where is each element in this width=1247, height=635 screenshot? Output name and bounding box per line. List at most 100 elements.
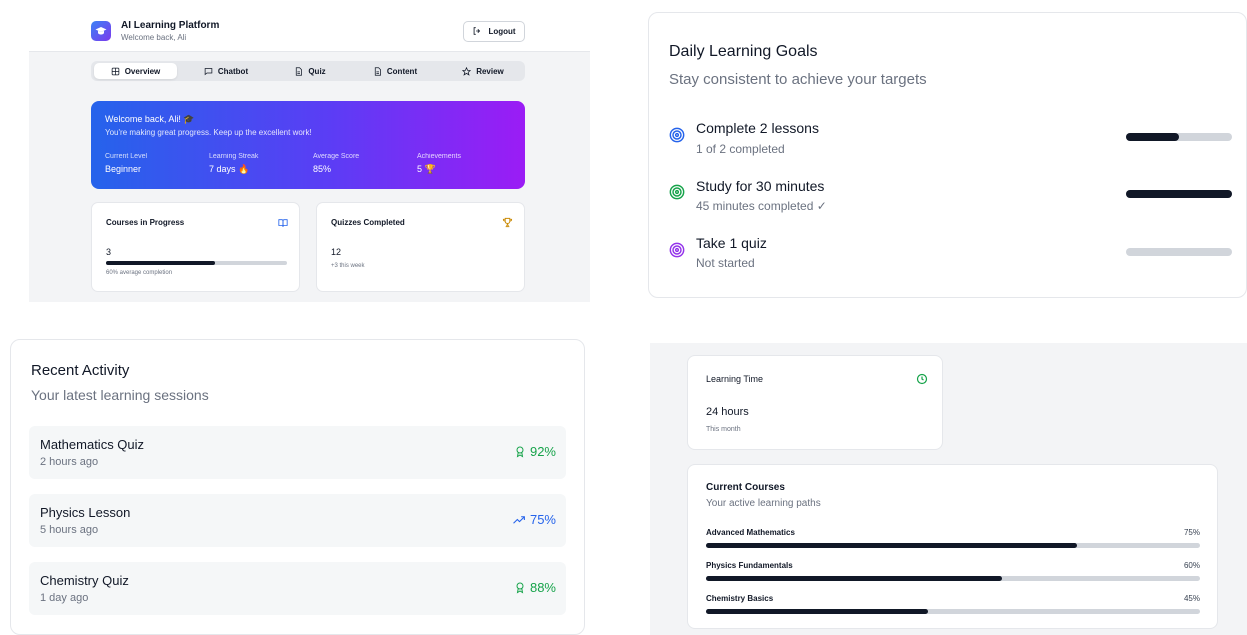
welcome-subtitle: Welcome back, Ali bbox=[121, 33, 187, 42]
card-note: 60% average completion bbox=[106, 270, 173, 276]
activity-item-time: 1 day ago bbox=[40, 592, 89, 604]
activity-subtitle: Your latest learning sessions bbox=[31, 387, 209, 403]
daily-goals-card: Daily Learning Goals Stay consistent to … bbox=[648, 12, 1247, 298]
activity-row[interactable]: Chemistry Quiz 1 day ago 88% bbox=[29, 562, 566, 615]
tab-label: Content bbox=[386, 66, 418, 76]
tab-quiz[interactable]: Quiz bbox=[275, 63, 345, 79]
completion-progress-bar bbox=[106, 261, 287, 265]
tab-review[interactable]: Review bbox=[443, 63, 523, 79]
activity-item-title: Mathematics Quiz bbox=[40, 437, 145, 452]
goal-title: Take 1 quiz bbox=[696, 235, 767, 251]
stat-value: Beginner bbox=[105, 164, 142, 174]
logout-button[interactable]: Logout bbox=[463, 21, 525, 42]
activity-title: Recent Activity bbox=[31, 362, 130, 379]
score-value: 92% bbox=[529, 444, 556, 459]
activity-score: 75% bbox=[513, 512, 556, 527]
goals-subtitle: Stay consistent to achieve your targets bbox=[669, 71, 927, 88]
card-note: +3 this week bbox=[331, 263, 365, 269]
award-icon bbox=[516, 582, 524, 594]
courses-title: Current Courses bbox=[706, 482, 785, 493]
tab-label: Review bbox=[476, 66, 504, 76]
course-percent: 45% bbox=[1183, 594, 1200, 603]
course-name: Physics Fundamentals bbox=[706, 561, 793, 570]
score-value: 75% bbox=[529, 512, 556, 527]
welcome-message: You're making great progress. Keep up th… bbox=[105, 128, 312, 137]
tab-overview[interactable]: Overview bbox=[94, 63, 177, 79]
award-icon bbox=[516, 446, 524, 458]
tab-label: Chatbot bbox=[217, 66, 249, 76]
activity-row[interactable]: Physics Lesson 5 hours ago 75% bbox=[29, 494, 566, 547]
card-value: 24 hours bbox=[706, 406, 749, 418]
tab-content[interactable]: Content bbox=[355, 63, 435, 79]
target-icon bbox=[669, 127, 685, 143]
goal-title: Complete 2 lessons bbox=[696, 120, 819, 136]
stat-value: 5 🏆 bbox=[417, 164, 436, 174]
stat-label: Learning Streak bbox=[209, 153, 259, 160]
goal-progress-bar bbox=[1126, 133, 1232, 141]
tab-chatbot[interactable]: Chatbot bbox=[187, 63, 265, 79]
main-tabs: Overview Chatbot Quiz Content Review bbox=[91, 61, 525, 81]
log-out-icon bbox=[472, 26, 482, 38]
target-icon bbox=[669, 242, 685, 258]
card-note: This month bbox=[706, 426, 741, 433]
activity-item-title: Physics Lesson bbox=[40, 505, 131, 520]
goal-title: Study for 30 minutes bbox=[696, 178, 825, 194]
top-bar: AI Learning Platform Welcome back, Ali L… bbox=[29, 10, 590, 52]
goal-status: Not started bbox=[696, 256, 755, 270]
course-name: Advanced Mathematics bbox=[706, 528, 795, 537]
activity-item-time: 2 hours ago bbox=[40, 456, 99, 468]
welcome-banner: Welcome back, Ali! 🎓 You're making great… bbox=[91, 101, 525, 189]
current-courses-card: Current Courses Your active learning pat… bbox=[687, 464, 1218, 629]
document-icon bbox=[374, 66, 381, 76]
dashboard-overview-panel: AI Learning Platform Welcome back, Ali L… bbox=[29, 10, 590, 302]
stat-label: Average Score bbox=[313, 153, 360, 160]
activity-score: 88% bbox=[514, 580, 556, 595]
goals-title: Daily Learning Goals bbox=[669, 43, 818, 60]
app-title: AI Learning Platform bbox=[121, 20, 220, 31]
goal-status: 1 of 2 completed bbox=[696, 142, 785, 156]
learning-stats-panel: Learning Time 24 hours This month Curren… bbox=[650, 343, 1247, 635]
quizzes-completed-card: Quizzes Completed 12 +3 this week bbox=[316, 202, 525, 292]
star-icon bbox=[462, 66, 472, 76]
document-icon bbox=[296, 66, 303, 76]
stat-label: Current Level bbox=[105, 153, 148, 160]
activity-item-title: Chemistry Quiz bbox=[40, 573, 129, 588]
dashboard-icon bbox=[111, 67, 119, 75]
course-percent: 75% bbox=[1183, 528, 1200, 537]
tab-label: Quiz bbox=[308, 66, 326, 76]
goal-progress-bar bbox=[1126, 190, 1232, 198]
trophy-icon bbox=[502, 217, 513, 228]
tab-label: Overview bbox=[124, 66, 161, 76]
course-progress-bar bbox=[706, 576, 1200, 581]
target-icon bbox=[669, 184, 685, 200]
activity-item-time: 5 hours ago bbox=[40, 524, 99, 536]
chat-icon bbox=[204, 67, 213, 75]
goal-progress-bar bbox=[1126, 248, 1232, 256]
trending-up-icon bbox=[513, 515, 525, 524]
course-progress-bar bbox=[706, 543, 1200, 548]
course-percent: 60% bbox=[1183, 561, 1200, 570]
courses-subtitle: Your active learning paths bbox=[706, 498, 821, 509]
activity-score: 92% bbox=[514, 444, 556, 459]
card-title: Courses in Progress bbox=[106, 218, 185, 227]
stat-value: 85% bbox=[313, 164, 332, 174]
graduation-cap-icon bbox=[91, 21, 111, 41]
card-value: 12 bbox=[331, 247, 342, 257]
course-name: Chemistry Basics bbox=[706, 594, 774, 603]
card-title: Learning Time bbox=[706, 374, 764, 384]
card-title: Quizzes Completed bbox=[331, 218, 405, 227]
courses-in-progress-card: Courses in Progress 3 60% average comple… bbox=[91, 202, 300, 292]
recent-activity-card: Recent Activity Your latest learning ses… bbox=[10, 339, 585, 635]
goal-status: 45 minutes completed ✓ bbox=[696, 199, 827, 213]
course-progress-bar bbox=[706, 609, 1200, 614]
card-value: 3 bbox=[106, 247, 112, 257]
stat-value: 7 days 🔥 bbox=[209, 164, 250, 174]
activity-row[interactable]: Mathematics Quiz 2 hours ago 92% bbox=[29, 426, 566, 479]
book-open-icon bbox=[278, 219, 288, 227]
score-value: 88% bbox=[529, 580, 556, 595]
clock-icon bbox=[916, 373, 928, 385]
stat-label: Achievements bbox=[417, 153, 461, 160]
welcome-heading: Welcome back, Ali! 🎓 bbox=[105, 114, 195, 124]
learning-time-card: Learning Time 24 hours This month bbox=[687, 355, 943, 450]
logout-label: Logout bbox=[488, 27, 516, 36]
